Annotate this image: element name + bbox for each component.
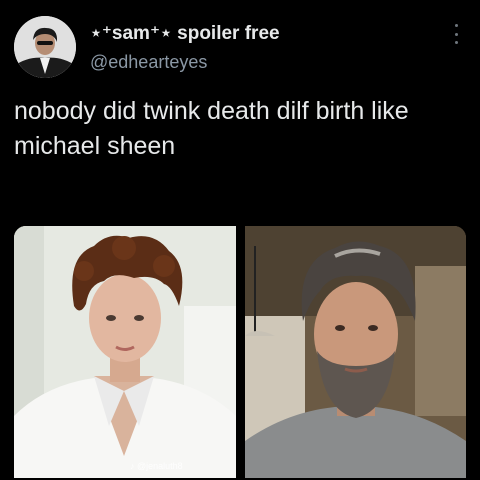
media-photo-left[interactable]: ♪ @jenaluth8 [14, 226, 236, 478]
media-watermark: ♪ @jenaluth8 [130, 461, 183, 471]
user-handle[interactable]: @edhearteyes [90, 52, 207, 73]
avatar-image [14, 16, 76, 78]
tweet-text: nobody did twink death dilf birth like m… [14, 97, 409, 160]
media-photo-right[interactable] [245, 226, 466, 478]
young-portrait-image [14, 226, 236, 478]
older-portrait-image [245, 226, 466, 478]
more-vertical-icon[interactable] [454, 24, 458, 44]
display-name[interactable]: ⋆⁺sam⁺⋆ spoiler free [90, 22, 280, 45]
avatar[interactable] [14, 16, 76, 78]
